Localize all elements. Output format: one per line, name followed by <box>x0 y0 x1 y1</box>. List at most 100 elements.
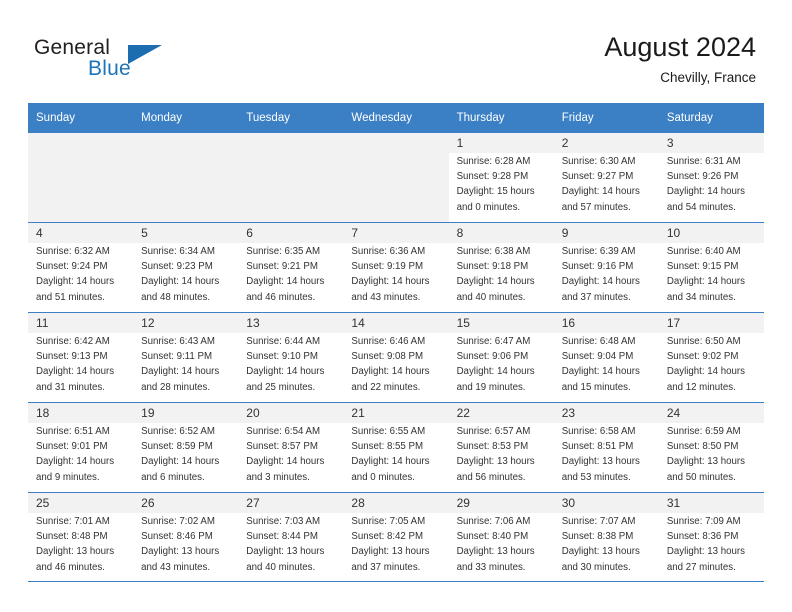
calendar-day-cell[interactable]: 31 Sunrise: 7:09 AM Sunset: 8:36 PM Dayligh… <box>658 492 764 582</box>
calendar-day-cell[interactable]: 8 Sunrise: 6:38 AM Sunset: 9:18 PM Daylight… <box>448 222 554 312</box>
calendar-day-cell[interactable]: 1 Sunrise: 6:28 AM Sunset: 9:28 PM Daylight… <box>448 132 554 222</box>
day-sunset-text: Sunset: 9:23 PM <box>141 261 213 273</box>
day-sunrise-text: Sunrise: 6:59 AM <box>666 426 741 437</box>
day-sunrise-text: Sunrise: 6:30 AM <box>561 156 636 167</box>
day-sunrise-text: Sunrise: 6:32 AM <box>36 246 110 257</box>
day-daylight-text: Daylight: 13 hours <box>561 456 640 468</box>
day-daylight-text: and 50 minutes. <box>666 471 736 483</box>
calendar-day-cell[interactable]: 12 Sunrise: 6:43 AM Sunset: 9:11 PM Dayligh… <box>133 312 239 402</box>
day-sunset-text: Sunset: 9:02 PM <box>666 351 739 363</box>
calendar-day-cell[interactable]: 14 Sunrise: 6:46 AM Sunset: 9:08 PM Dayligh… <box>343 312 449 402</box>
day-daylight-text: Daylight: 14 hours <box>246 276 325 288</box>
day-cell-inner: 14 Sunrise: 6:46 AM Sunset: 9:08 PM Dayligh… <box>343 312 449 402</box>
day-sunrise-text: Sunrise: 6:28 AM <box>456 156 531 167</box>
calendar-day-cell[interactable]: 24 Sunrise: 6:59 AM Sunset: 8:50 PM Dayligh… <box>658 402 764 492</box>
day-sunrise-text: Sunrise: 6:35 AM <box>246 246 321 257</box>
day-daylight-text: Daylight: 14 hours <box>456 276 535 288</box>
calendar-day-cell[interactable]: 5 Sunrise: 6:34 AM Sunset: 9:23 PM Daylight… <box>133 222 239 312</box>
day-number: 17 <box>658 313 764 333</box>
day-cell-inner: 8 Sunrise: 6:38 AM Sunset: 9:18 PM Daylight… <box>448 222 554 312</box>
day-sunrise-text: Sunrise: 6:52 AM <box>141 426 215 437</box>
day-daylight-text: Daylight: 14 hours <box>141 456 220 468</box>
calendar-day-cell[interactable]: 26 Sunrise: 7:02 AM Sunset: 8:46 PM Dayligh… <box>133 492 239 582</box>
day-daylight-text: Daylight: 14 hours <box>561 276 640 288</box>
calendar-day-cell[interactable]: 2 Sunrise: 6:30 AM Sunset: 9:27 PM Daylight… <box>553 132 659 222</box>
calendar-day-cell[interactable]: 9 Sunrise: 6:39 AM Sunset: 9:16 PM Daylight… <box>553 222 659 312</box>
calendar-day-cell[interactable]: 18 Sunrise: 6:51 AM Sunset: 9:01 PM Dayligh… <box>28 402 134 492</box>
day-cell-inner <box>28 132 134 222</box>
calendar-day-cell[interactable]: 19 Sunrise: 6:52 AM Sunset: 8:59 PM Dayligh… <box>133 402 239 492</box>
calendar-day-cell[interactable]: 23 Sunrise: 6:58 AM Sunset: 8:51 PM Dayligh… <box>553 402 659 492</box>
day-daylight-text: Daylight: 14 hours <box>561 366 640 378</box>
day-daylight-text: and 27 minutes. <box>666 561 736 573</box>
day-number: 24 <box>658 403 764 423</box>
day-cell-inner: 27 Sunrise: 7:03 AM Sunset: 8:44 PM Dayligh… <box>238 492 344 582</box>
day-sunset-text: Sunset: 9:21 PM <box>246 261 318 273</box>
day-daylight-text: Daylight: 14 hours <box>351 366 430 378</box>
day-cell-inner: 6 Sunrise: 6:35 AM Sunset: 9:21 PM Daylight… <box>238 222 344 312</box>
calendar-day-cell[interactable]: 11 Sunrise: 6:42 AM Sunset: 9:13 PM Dayligh… <box>28 312 134 402</box>
day-cell-inner: 9 Sunrise: 6:39 AM Sunset: 9:16 PM Daylight… <box>553 222 659 312</box>
day-cell-inner: 19 Sunrise: 6:52 AM Sunset: 8:59 PM Dayligh… <box>133 402 239 492</box>
day-sunset-text: Sunset: 8:51 PM <box>561 441 634 453</box>
calendar-day-cell[interactable]: 13 Sunrise: 6:44 AM Sunset: 9:10 PM Dayligh… <box>238 312 344 402</box>
day-number: 28 <box>343 493 449 513</box>
calendar-day-cell[interactable]: 15 Sunrise: 6:47 AM Sunset: 9:06 PM Dayligh… <box>448 312 554 402</box>
day-cell-inner: 16 Sunrise: 6:48 AM Sunset: 9:04 PM Dayligh… <box>553 312 659 402</box>
day-daylight-text: Daylight: 14 hours <box>141 366 220 378</box>
day-sunrise-text: Sunrise: 6:54 AM <box>246 426 321 437</box>
day-daylight-text: and 30 minutes. <box>561 561 631 573</box>
calendar-day-cell[interactable]: 7 Sunrise: 6:36 AM Sunset: 9:19 PM Daylight… <box>343 222 449 312</box>
day-number: 18 <box>28 403 134 423</box>
day-daylight-text: Daylight: 14 hours <box>246 366 325 378</box>
day-daylight-text: and 46 minutes. <box>36 561 105 573</box>
day-sunrise-text: Sunrise: 6:57 AM <box>456 426 531 437</box>
day-number: 12 <box>133 313 239 333</box>
calendar-day-cell[interactable]: 20 Sunrise: 6:54 AM Sunset: 8:57 PM Dayligh… <box>238 402 344 492</box>
calendar-day-cell[interactable]: 4 Sunrise: 6:32 AM Sunset: 9:24 PM Daylight… <box>28 222 134 312</box>
day-cell-inner: 21 Sunrise: 6:55 AM Sunset: 8:55 PM Dayligh… <box>343 402 449 492</box>
day-daylight-text: and 9 minutes. <box>36 471 100 483</box>
day-daylight-text: Daylight: 13 hours <box>36 546 115 558</box>
day-cell-inner: 5 Sunrise: 6:34 AM Sunset: 9:23 PM Daylight… <box>133 222 239 312</box>
calendar-day-cell[interactable]: 17 Sunrise: 6:50 AM Sunset: 9:02 PM Dayligh… <box>658 312 764 402</box>
day-number: 14 <box>343 313 449 333</box>
day-daylight-text: Daylight: 14 hours <box>36 276 115 288</box>
page-subtitle-location: Chevilly, France <box>660 70 756 85</box>
day-sunrise-text: Sunrise: 6:46 AM <box>351 336 426 347</box>
day-cell-inner <box>133 132 239 222</box>
day-cell-inner: 12 Sunrise: 6:43 AM Sunset: 9:11 PM Dayligh… <box>133 312 239 402</box>
day-daylight-text: and 19 minutes. <box>456 381 526 393</box>
calendar-day-cell-empty <box>28 132 134 222</box>
calendar-day-cell[interactable]: 28 Sunrise: 7:05 AM Sunset: 8:42 PM Dayligh… <box>343 492 449 582</box>
calendar-day-cell[interactable]: 22 Sunrise: 6:57 AM Sunset: 8:53 PM Dayligh… <box>448 402 554 492</box>
day-daylight-text: Daylight: 14 hours <box>666 276 745 288</box>
day-number: 4 <box>28 223 134 243</box>
calendar-day-cell-empty <box>238 132 344 222</box>
calendar-day-cell[interactable]: 21 Sunrise: 6:55 AM Sunset: 8:55 PM Dayligh… <box>343 402 449 492</box>
day-cell-inner: 17 Sunrise: 6:50 AM Sunset: 9:02 PM Dayligh… <box>658 312 764 402</box>
calendar-day-cell[interactable]: 30 Sunrise: 7:07 AM Sunset: 8:38 PM Dayligh… <box>553 492 659 582</box>
day-cell-inner: 2 Sunrise: 6:30 AM Sunset: 9:27 PM Daylight… <box>553 132 659 222</box>
weekday-header-saturday: Saturday <box>658 103 764 132</box>
calendar-day-cell[interactable]: 16 Sunrise: 6:48 AM Sunset: 9:04 PM Dayligh… <box>553 312 659 402</box>
day-number: 21 <box>343 403 449 423</box>
calendar-day-cell[interactable]: 10 Sunrise: 6:40 AM Sunset: 9:15 PM Dayligh… <box>658 222 764 312</box>
day-number: 13 <box>238 313 344 333</box>
calendar-day-cell[interactable]: 29 Sunrise: 7:06 AM Sunset: 8:40 PM Dayligh… <box>448 492 554 582</box>
day-number: 15 <box>448 313 554 333</box>
day-daylight-text: Daylight: 14 hours <box>561 186 640 198</box>
calendar-day-cell[interactable]: 6 Sunrise: 6:35 AM Sunset: 9:21 PM Daylight… <box>238 222 344 312</box>
day-daylight-text: and 37 minutes. <box>561 291 631 303</box>
day-sunrise-text: Sunrise: 6:55 AM <box>351 426 426 437</box>
day-daylight-text: and 43 minutes. <box>141 561 211 573</box>
calendar-week-row: 1 Sunrise: 6:28 AM Sunset: 9:28 PM Daylight… <box>28 132 764 222</box>
day-daylight-text: Daylight: 14 hours <box>351 276 430 288</box>
calendar-day-cell[interactable]: 27 Sunrise: 7:03 AM Sunset: 8:44 PM Dayligh… <box>238 492 344 582</box>
weekday-header-friday: Friday <box>553 103 659 132</box>
calendar-day-cell[interactable]: 25 Sunrise: 7:01 AM Sunset: 8:48 PM Dayligh… <box>28 492 134 582</box>
weekday-header-monday: Monday <box>133 103 239 132</box>
day-cell-inner: 13 Sunrise: 6:44 AM Sunset: 9:10 PM Dayligh… <box>238 312 344 402</box>
calendar-day-cell[interactable]: 3 Sunrise: 6:31 AM Sunset: 9:26 PM Daylight… <box>658 132 764 222</box>
day-sunrise-text: Sunrise: 6:47 AM <box>456 336 531 347</box>
